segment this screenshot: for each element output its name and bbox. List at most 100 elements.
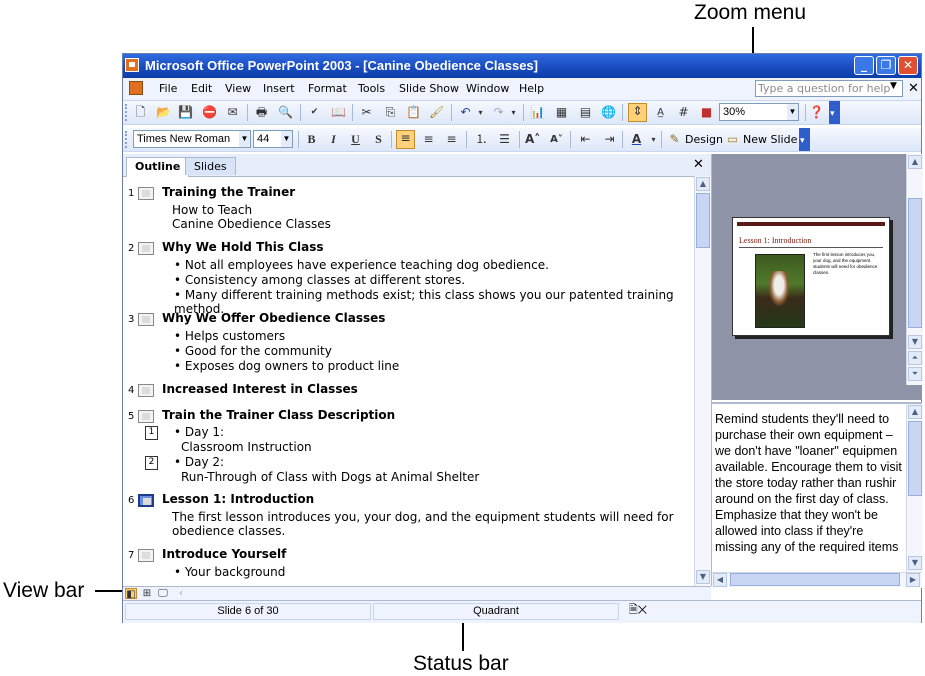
open-icon[interactable]: 📂 [156, 105, 171, 120]
toolbar-grip[interactable] [125, 131, 130, 148]
font-color-icon[interactable]: A [629, 132, 644, 147]
scroll-left-icon[interactable]: ‹ [175, 588, 187, 599]
scroll-thumb[interactable] [730, 573, 900, 586]
paste-icon[interactable]: 📋 [406, 105, 421, 120]
increase-indent-icon[interactable]: ⇥ [602, 132, 617, 147]
research-icon[interactable]: 📖 [331, 105, 346, 120]
slide-title[interactable]: Lesson 1: Introduction [162, 492, 314, 506]
slide-icon[interactable] [138, 187, 154, 200]
menu-window[interactable]: Window [466, 82, 509, 95]
zoom-dropdown-icon[interactable]: ▼ [787, 104, 798, 120]
font-dropdown-icon[interactable]: ▼ [239, 131, 250, 147]
toolbar-options-chevron[interactable] [799, 128, 810, 151]
outline-content[interactable]: 1 Training the Trainer How to Teach Cani… [123, 176, 693, 584]
align-right-icon[interactable]: ≡ [444, 132, 459, 147]
scroll-down-icon[interactable]: ▼ [908, 335, 922, 349]
increase-font-icon[interactable]: A˄ [525, 132, 540, 147]
insert-picture-icon[interactable]: 🌐 [601, 105, 616, 120]
show-formatting-icon[interactable]: A̲ [653, 105, 668, 120]
scroll-up-icon[interactable]: ▲ [908, 155, 922, 169]
italic-button[interactable]: I [326, 132, 341, 147]
undo-icon[interactable]: ↶ [458, 105, 473, 120]
font-size-combo[interactable]: 44 ▼ [253, 130, 293, 148]
expand-all-icon[interactable]: ⇕ [628, 103, 647, 122]
bold-button[interactable]: B [304, 132, 319, 147]
document-menu-icon[interactable] [129, 81, 143, 95]
slide-icon[interactable] [138, 410, 154, 423]
design-button[interactable]: Design [685, 133, 723, 146]
help-icon[interactable]: ❓ [809, 105, 824, 120]
insert-chart-icon[interactable]: 📊 [530, 105, 545, 120]
document-close-icon[interactable]: ✕ [908, 81, 919, 96]
menu-view[interactable]: View [225, 82, 251, 95]
bullet-continuation[interactable]: Classroom Instruction [181, 440, 312, 454]
cut-icon[interactable]: ✂ [359, 105, 374, 120]
scroll-left-icon[interactable]: ◀ [713, 573, 727, 587]
powerpoint-icon[interactable] [125, 58, 139, 72]
notes-vertical-scrollbar[interactable]: ▲ ▼ [906, 404, 923, 572]
minimize-button[interactable]: _ [854, 56, 874, 75]
restore-button[interactable]: ❐ [876, 56, 896, 75]
slide-icon[interactable] [138, 384, 154, 397]
scroll-up-icon[interactable]: ▲ [908, 405, 922, 419]
help-question-input[interactable]: Type a question for help [755, 80, 903, 97]
help-dropdown-icon[interactable]: ▼ [890, 81, 897, 91]
redo-icon[interactable]: ↷ [491, 105, 506, 120]
bullet-item[interactable]: Exposes dog owners to product line [174, 359, 399, 373]
scroll-thumb[interactable] [908, 198, 922, 328]
scroll-down-icon[interactable]: ▼ [908, 556, 922, 570]
slide-title[interactable]: Increased Interest in Classes [162, 382, 358, 396]
next-slide-icon[interactable]: ⏷ [908, 367, 922, 381]
pane-close-icon[interactable]: ✕ [693, 157, 704, 172]
new-slide-icon[interactable]: ▭ [725, 132, 740, 147]
slide-subtitle[interactable]: The first lesson introduces you, your do… [172, 510, 674, 524]
decrease-font-icon[interactable]: A˅ [549, 132, 564, 147]
bullet-item[interactable]: Helps customers [174, 329, 285, 343]
animation-order-badge[interactable]: 2 [145, 456, 158, 470]
underline-button[interactable]: U [348, 132, 363, 147]
permission-icon[interactable]: ⛔ [202, 105, 217, 120]
redo-dropdown-icon[interactable]: ▾ [506, 105, 521, 120]
save-icon[interactable]: 💾 [178, 105, 193, 120]
insert-table-icon[interactable]: ▦ [554, 105, 569, 120]
spelling-icon[interactable]: ✔ [307, 105, 322, 120]
slide-title[interactable]: Training the Trainer [162, 185, 295, 199]
slide-pane[interactable]: Lesson 1: Introduction The first lesson … [712, 154, 923, 400]
toolbar-grip[interactable] [125, 104, 130, 121]
animation-order-badge[interactable]: 1 [145, 426, 158, 440]
current-slide-icon[interactable] [138, 494, 154, 507]
email-icon[interactable]: ✉ [225, 105, 240, 120]
bullet-continuation[interactable]: Run-Through of Class with Dogs at Animal… [181, 470, 479, 484]
current-slide-preview[interactable]: Lesson 1: Introduction The first lesson … [732, 217, 890, 336]
new-slide-button[interactable]: New Slide [743, 133, 797, 146]
slide-title[interactable]: Train the Trainer Class Description [162, 408, 395, 422]
menu-edit[interactable]: Edit [191, 82, 212, 95]
print-preview-icon[interactable]: 🔍 [278, 105, 293, 120]
show-grid-icon[interactable]: # [676, 105, 691, 120]
slide-icon[interactable] [138, 549, 154, 562]
bullet-item[interactable]: Day 2: [174, 455, 224, 469]
slide-sorter-view-icon[interactable]: ⊞ [141, 588, 153, 599]
scroll-right-icon[interactable]: ▶ [906, 573, 920, 587]
scroll-thumb[interactable] [696, 193, 710, 248]
bullet-item[interactable]: Day 1: [174, 425, 224, 439]
slide-subtitle[interactable]: How to Teach [172, 203, 252, 217]
tables-borders-icon[interactable]: ▤ [578, 105, 593, 120]
zoom-menu[interactable]: 30% ▼ [719, 103, 799, 121]
slide-show-view-icon[interactable]: 🖵 [157, 588, 169, 599]
previous-slide-icon[interactable]: ⏶ [908, 351, 922, 365]
normal-view-icon[interactable]: ◧ [125, 588, 137, 600]
speaker-notes[interactable]: Remind students they'll need to purchase… [715, 411, 905, 555]
slide-icon[interactable] [138, 242, 154, 255]
tab-slides[interactable]: Slides [185, 157, 236, 175]
slide-icon[interactable] [138, 313, 154, 326]
bullet-item[interactable]: Not all employees have experience teachi… [174, 258, 549, 272]
notes-pane[interactable]: Remind students they'll need to purchase… [712, 402, 923, 588]
print-icon[interactable]: 🖶 [254, 105, 269, 120]
format-painter-icon[interactable]: 🖌 [429, 105, 444, 120]
numbering-icon[interactable]: ⒈ [474, 132, 489, 147]
menu-slide-show[interactable]: Slide Show [399, 82, 459, 95]
center-icon[interactable]: ≡ [421, 132, 436, 147]
decrease-indent-icon[interactable]: ⇤ [578, 132, 593, 147]
scroll-up-icon[interactable]: ▲ [696, 177, 710, 191]
